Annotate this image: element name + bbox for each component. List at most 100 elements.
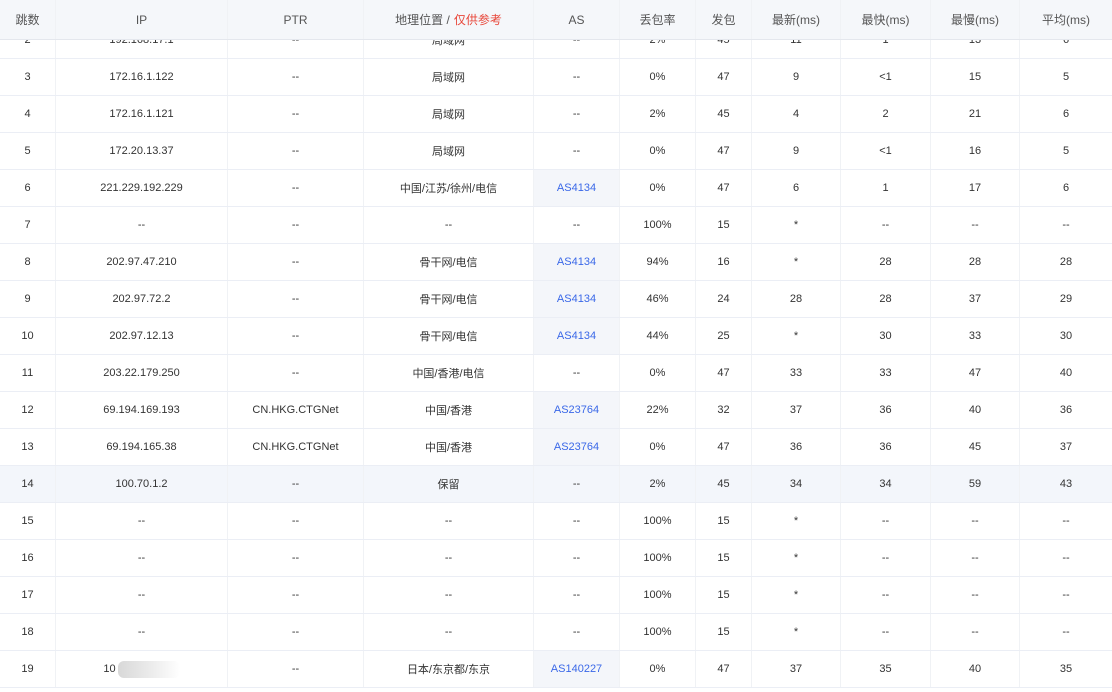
ip-cell: 172.16.1.121 xyxy=(56,96,228,132)
as-link[interactable]: AS4134 xyxy=(557,256,596,268)
ip-text: 10 xyxy=(103,663,116,675)
worst-cell: -- xyxy=(931,614,1020,650)
hop-cell: 8 xyxy=(0,244,56,280)
worst-cell: 45 xyxy=(931,429,1020,465)
ptr-cell: -- xyxy=(228,577,364,613)
best-cell: -- xyxy=(841,614,931,650)
avg-cell: -- xyxy=(1062,515,1070,527)
as-cell: -- xyxy=(534,503,620,539)
last-cell: * xyxy=(752,577,841,613)
ptr-cell: -- xyxy=(228,466,364,502)
geo-cell: 中国/香港 xyxy=(364,429,534,465)
as-link[interactable]: AS4134 xyxy=(557,330,596,342)
ip-cell: -- xyxy=(56,207,228,243)
table-row: 4 172.16.1.121 -- 局域网 -- 2% 45 4 2 21 6 xyxy=(0,96,1112,133)
loss-cell: 0% xyxy=(620,355,696,391)
avg-cell: 28 xyxy=(1059,256,1073,268)
avg-cell: 6 xyxy=(1062,182,1070,194)
hop-cell: 15 xyxy=(0,503,56,539)
hop-cell: 17 xyxy=(0,577,56,613)
ip-partial: 10 xyxy=(103,660,180,678)
as-link[interactable]: AS23764 xyxy=(554,441,599,453)
avg-cell: -- xyxy=(1062,589,1070,601)
geo-cell: 局域网 xyxy=(364,133,534,169)
ptr-cell: -- xyxy=(228,318,364,354)
ip-cell: 202.97.47.210 xyxy=(56,244,228,280)
best-cell: 33 xyxy=(841,355,931,391)
table-row: 6 221.229.192.229 -- 中国/江苏/徐州/电信 AS4134 0% 47 6… xyxy=(0,170,1112,207)
sent-cell: 15 xyxy=(696,207,752,243)
geo-cell: 中国/香港 xyxy=(364,392,534,428)
table-body-scroll[interactable]: 2 192.168.17.1 -- 局域网 -- 2% 45 11 1 13 6 3 172.16.1.… xyxy=(0,40,1112,692)
loss-cell: 100% xyxy=(620,540,696,576)
as-cell[interactable]: AS4134 xyxy=(534,170,620,206)
ptr-cell: -- xyxy=(228,503,364,539)
as-link[interactable]: AS4134 xyxy=(557,182,596,194)
hop-cell: 18 xyxy=(0,614,56,650)
worst-cell: 17 xyxy=(931,170,1020,206)
header-hop: 跳数 xyxy=(0,0,56,39)
table-row: 9 202.97.72.2 -- 骨干网/电信 AS4134 46% 24 28 28 37 29 xyxy=(0,281,1112,318)
loss-cell: 44% xyxy=(620,318,696,354)
as-cell[interactable]: AS4134 xyxy=(534,318,620,354)
as-cell[interactable]: AS23764 xyxy=(534,392,620,428)
last-cell: 4 xyxy=(752,96,841,132)
ip-cell: 172.20.13.37 xyxy=(56,133,228,169)
as-link[interactable]: AS23764 xyxy=(554,404,599,416)
header-ip: IP xyxy=(56,0,228,39)
table-header: 跳数 IP PTR 地理位置 / 仅供参考 AS 丢包率 发包 最新(ms) 最… xyxy=(0,0,1112,40)
best-cell: -- xyxy=(841,503,931,539)
as-cell[interactable]: AS140227 xyxy=(534,651,620,687)
ptr-cell: -- xyxy=(228,281,364,317)
geo-cell: 局域网 xyxy=(364,59,534,95)
sent-cell: 25 xyxy=(696,318,752,354)
worst-cell: 28 xyxy=(931,244,1020,280)
worst-cell: 40 xyxy=(931,651,1020,687)
table-row: 16 -- -- -- -- 100% 15 * -- -- -- xyxy=(0,540,1112,577)
ptr-cell: -- xyxy=(228,207,364,243)
as-cell: -- xyxy=(534,614,620,650)
ip-cell: 172.16.1.122 xyxy=(56,59,228,95)
as-cell[interactable]: AS4134 xyxy=(534,281,620,317)
header-avg: 平均(ms) xyxy=(1042,13,1090,27)
geo-cell: 中国/香港/电信 xyxy=(364,355,534,391)
geo-cell: 局域网 xyxy=(364,96,534,132)
geo-cell: 中国/江苏/徐州/电信 xyxy=(364,170,534,206)
worst-cell: 37 xyxy=(931,281,1020,317)
ip-cell: 100.70.1.2 xyxy=(56,466,228,502)
hop-cell: 13 xyxy=(0,429,56,465)
table-body: 2 192.168.17.1 -- 局域网 -- 2% 45 11 1 13 6 3 172.16.1.… xyxy=(0,40,1112,688)
ip-cell: 203.22.179.250 xyxy=(56,355,228,391)
avg-cell: 30 xyxy=(1059,330,1073,342)
table-row: 2 192.168.17.1 -- 局域网 -- 2% 45 11 1 13 6 xyxy=(0,40,1112,59)
loss-cell: 0% xyxy=(620,651,696,687)
avg-cell: 43 xyxy=(1059,478,1073,490)
header-best: 最快(ms) xyxy=(841,0,931,39)
ip-cell: -- xyxy=(56,614,228,650)
header-loss: 丢包率 xyxy=(620,0,696,39)
header-as: AS xyxy=(534,0,620,39)
table-row: 7 -- -- -- -- 100% 15 * -- -- -- xyxy=(0,207,1112,244)
avg-cell: 36 xyxy=(1059,404,1073,416)
as-cell[interactable]: AS4134 xyxy=(534,244,620,280)
loss-cell: 22% xyxy=(620,392,696,428)
last-cell: 28 xyxy=(752,281,841,317)
sent-cell: 16 xyxy=(696,244,752,280)
traceroute-table: 跳数 IP PTR 地理位置 / 仅供参考 AS 丢包率 发包 最新(ms) 最… xyxy=(0,0,1112,40)
geo-cell: -- xyxy=(364,614,534,650)
ptr-cell: -- xyxy=(228,96,364,132)
header-geo-note: 仅供参考 xyxy=(453,13,502,27)
table-row: 12 69.194.169.193 CN.HKG.CTGNet 中国/香港 AS2376… xyxy=(0,392,1112,429)
as-cell[interactable]: AS23764 xyxy=(534,429,620,465)
geo-cell: 日本/东京都/东京 xyxy=(364,651,534,687)
best-cell: -- xyxy=(841,207,931,243)
as-link[interactable]: AS4134 xyxy=(557,293,596,305)
ptr-cell: -- xyxy=(228,40,364,58)
as-link[interactable]: AS140227 xyxy=(551,663,602,675)
table-row: 11 203.22.179.250 -- 中国/香港/电信 -- 0% 47 33 33 47 40 xyxy=(0,355,1112,392)
last-cell: 37 xyxy=(752,651,841,687)
loss-cell: 46% xyxy=(620,281,696,317)
as-cell: -- xyxy=(534,207,620,243)
ip-cell: -- xyxy=(56,577,228,613)
sent-cell: 47 xyxy=(696,429,752,465)
